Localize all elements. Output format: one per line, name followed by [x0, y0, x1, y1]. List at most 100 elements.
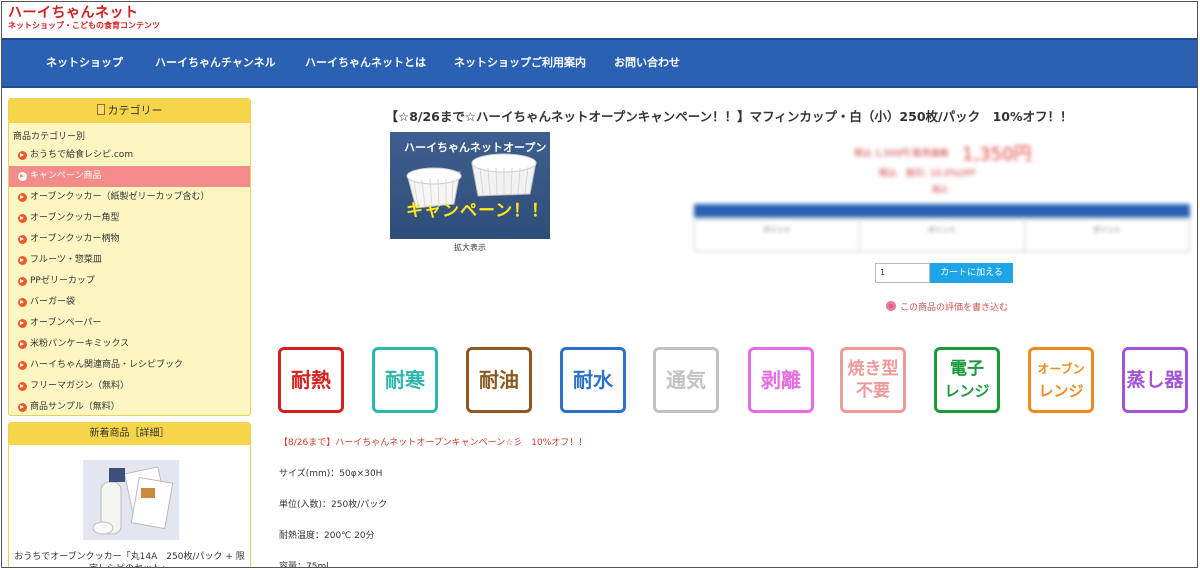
- feature-badge: 耐熱: [278, 347, 344, 413]
- feature-badge: 耐油: [466, 347, 532, 413]
- arrow-right-icon: [18, 193, 27, 202]
- badge-label: 通気: [666, 368, 706, 392]
- zoom-link[interactable]: 拡大表示: [390, 242, 550, 253]
- sidebar-category-item[interactable]: オーブンクッカー角型: [9, 208, 250, 229]
- size-text: サイズ(mm)：50φ×30H: [279, 469, 383, 479]
- new-product-caption[interactable]: おうちでオーブンクッカー「丸14A 250枚/パック + 限定レシピのセット」: [13, 551, 246, 567]
- quantity-input[interactable]: 1: [875, 263, 930, 283]
- category-box: カテゴリー 商品カテゴリー別 おうちで給食レシピ.com キャンペーン商品オーブン…: [8, 98, 251, 416]
- sidebar: カテゴリー 商品カテゴリー別 おうちで給食レシピ.com キャンペーン商品オーブン…: [8, 98, 251, 567]
- main-nav: ネットショップ ハーイちゃんチャンネル ハーイちゃんネットとは ネットショップご…: [2, 38, 1197, 88]
- arrow-right-icon: [18, 277, 27, 286]
- badge-label: 剥離: [761, 368, 801, 392]
- logo-sub-text: ネットショップ・こどもの食育コンテンツ: [8, 21, 160, 30]
- image-text-bottom: キャンペーン！！: [406, 201, 550, 221]
- flower-icon: [886, 301, 896, 311]
- category-header: カテゴリー: [9, 99, 250, 123]
- sidebar-category-item[interactable]: オーブンペーパー: [9, 313, 250, 334]
- point-cell: ポイント: [1093, 226, 1121, 234]
- badge-label: 蒸し器: [1126, 369, 1184, 391]
- badge-label: オーブン: [1037, 362, 1085, 376]
- point-cell: ポイント: [695, 219, 860, 251]
- new-products-header[interactable]: 新着商品［詳細］: [9, 423, 250, 445]
- badge-label: 耐寒: [385, 368, 425, 392]
- badge-label: 耐油: [479, 368, 519, 392]
- sidebar-category-label: PPゼリーカップ: [30, 276, 95, 286]
- sidebar-category-label: オーブンクッカー（紙製ゼリーカップ含む）: [30, 192, 210, 202]
- price-discount: 税込 割引: 10.0%OFF: [879, 169, 976, 179]
- sidebar-category-label: オーブンクッカー柄物: [30, 234, 120, 244]
- sidebar-category-item[interactable]: ハーイちゃん関連商品・レシピブック: [9, 355, 250, 376]
- muffin-cup-right: [471, 153, 537, 197]
- product-image[interactable]: ハーイちゃんネットオープン キャンペーン！！: [390, 132, 550, 239]
- sidebar-category-label: オーブンクッカー角型: [30, 213, 120, 223]
- feature-badge: 蒸し器: [1122, 347, 1188, 413]
- feature-badge: 電子 レンジ: [934, 347, 1000, 413]
- arrow-right-icon: [18, 151, 27, 160]
- point-bar: [694, 204, 1190, 218]
- price-tax-note: 税込: [932, 185, 948, 194]
- feature-badge: 耐水: [560, 347, 626, 413]
- sidebar-category-item[interactable]: バーガー袋: [9, 292, 250, 313]
- arrow-right-icon: [18, 172, 27, 181]
- sidebar-category-label: バーガー袋: [30, 297, 76, 307]
- sidebar-category-label: フリーマガジン（無料）: [30, 381, 130, 391]
- arrow-right-icon: [18, 382, 27, 391]
- document-icon: [96, 104, 105, 115]
- sidebar-category-item[interactable]: フリーマガジン（無料）: [9, 376, 250, 397]
- badge-label: レンジ: [1038, 382, 1084, 400]
- nav-contact[interactable]: お問い合わせ: [614, 40, 680, 86]
- arrow-right-icon: [18, 298, 27, 307]
- sidebar-category-label: 米粉パンケーキミックス: [30, 339, 130, 349]
- add-to-cart-button[interactable]: カートに加える: [930, 263, 1013, 283]
- product-title: 【☆8/26まで☆ハーイちゃんネットオープンキャンペーン！！】マフィンカップ・白…: [385, 109, 1073, 124]
- page-frame: ハーイちゃんネット ネットショップ・こどもの食育コンテンツ ネットショップ ハー…: [1, 1, 1198, 568]
- feature-badge: 耐寒: [372, 347, 438, 413]
- sidebar-category-item[interactable]: キャンペーン商品: [9, 166, 250, 187]
- sidebar-category-item[interactable]: 米粉パンケーキミックス: [9, 334, 250, 355]
- arrow-right-icon: [18, 361, 27, 370]
- review-link-label: この商品の評価を書き込む: [900, 303, 1009, 313]
- badge-label: レンジ: [944, 382, 990, 400]
- sidebar-category-item[interactable]: オーブンクッカー（紙製ゼリーカップ含む）: [9, 187, 250, 208]
- nav-about[interactable]: ハーイちゃんネットとは: [305, 40, 426, 86]
- logo-main-text: ハーイちゃんネット: [8, 5, 139, 21]
- feature-badge: 焼き型 不要: [840, 347, 906, 413]
- nav-net-shop[interactable]: ネットショップ: [46, 40, 123, 86]
- heat-text: 耐熱温度：200℃ 20分: [279, 531, 375, 541]
- arrow-right-icon: [18, 256, 27, 265]
- sidebar-category-item[interactable]: オーブンクッカー柄物: [9, 229, 250, 250]
- arrow-right-icon: [18, 214, 27, 223]
- new-products-box: 新着商品［詳細］ おうちでオーブンクッカー「丸14A 250枚/パック + 限定…: [8, 422, 251, 567]
- unit-text: 単位(入数)：250枚/パック: [279, 500, 388, 510]
- badge-label: 耐水: [573, 368, 613, 392]
- new-product-image[interactable]: [83, 460, 179, 540]
- sidebar-category-item[interactable]: 商品サンプル（無料）: [9, 397, 250, 415]
- category-list: おうちで給食レシピ.com キャンペーン商品オーブンクッカー（紙製ゼリーカップ含む…: [9, 145, 250, 415]
- arrow-right-icon: [18, 319, 27, 328]
- point-cell: ポイント: [860, 219, 1025, 251]
- sidebar-category-item[interactable]: フルーツ・惣菜皿: [9, 250, 250, 271]
- site-logo[interactable]: ハーイちゃんネット ネットショップ・こどもの食育コンテンツ: [8, 5, 160, 31]
- badge-label: 耐熱: [291, 368, 331, 392]
- category-subtitle: 商品カテゴリー別: [13, 132, 86, 142]
- nav-shop-guide[interactable]: ネットショップご利用案内: [454, 40, 586, 86]
- sidebar-category-label: オーブンペーパー: [30, 318, 102, 328]
- feature-badge: 通気: [653, 347, 719, 413]
- sidebar-category-item[interactable]: おうちで給食レシピ.com: [9, 145, 250, 166]
- arrow-right-icon: [18, 235, 27, 244]
- badge-label: 不要: [856, 381, 890, 401]
- product-main: 【☆8/26まで☆ハーイちゃんネットオープンキャンペーン！！】マフィンカップ・白…: [264, 98, 1194, 568]
- category-title: カテゴリー: [107, 104, 163, 117]
- nav-haichan-channel[interactable]: ハーイちゃんチャンネル: [155, 40, 276, 86]
- write-review-link[interactable]: この商品の評価を書き込む: [886, 300, 1008, 313]
- arrow-right-icon: [18, 340, 27, 349]
- arrow-right-icon: [18, 403, 27, 412]
- point-table: ポイント ポイント ポイント: [694, 218, 1190, 252]
- sidebar-category-label: ハーイちゃん関連商品・レシピブック: [30, 360, 184, 370]
- sidebar-category-label: おうちで給食レシピ.com: [30, 150, 134, 160]
- price-original: 税込 1,500円 販売価格: [854, 149, 949, 159]
- sidebar-category-label: 商品サンプル（無料）: [30, 402, 120, 412]
- capacity-text: 容量：75ml: [279, 562, 329, 568]
- sidebar-category-item[interactable]: PPゼリーカップ: [9, 271, 250, 292]
